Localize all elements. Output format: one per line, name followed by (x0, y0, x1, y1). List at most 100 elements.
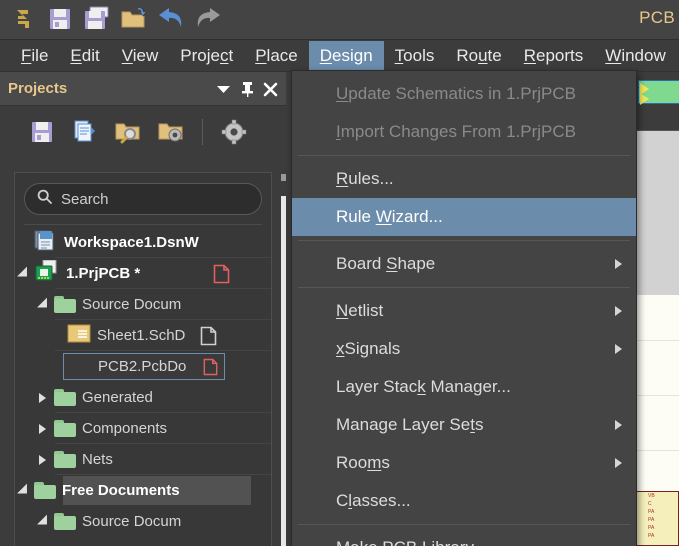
tree-item-label: 1.PrjPCB * (66, 265, 140, 282)
menu-item-update-schematics[interactable]: Update Schematics in 1.PrjPCB (292, 75, 636, 113)
main-toolbar (6, 2, 225, 36)
pcb-project-icon (34, 260, 60, 287)
title-bar: PCB (0, 0, 679, 40)
project-tree: Workspace1.DsnW 1.PrjPCB * (15, 225, 271, 537)
documents-icon[interactable] (69, 116, 101, 148)
collapse-twisty-icon[interactable] (37, 297, 52, 312)
search-input[interactable]: Search (24, 183, 262, 215)
menu-file[interactable]: File (10, 41, 59, 71)
panel-scrollbar[interactable] (280, 172, 287, 546)
tree-item-nets[interactable]: Nets (15, 444, 271, 475)
menu-view[interactable]: View (111, 41, 170, 71)
menu-item-label: Netlist (336, 301, 383, 321)
menu-item-classes[interactable]: Classes... (292, 482, 636, 520)
submenu-arrow-icon (615, 458, 622, 468)
menu-tools[interactable]: Tools (384, 41, 446, 71)
expand-twisty-icon[interactable] (39, 424, 46, 434)
menu-item-netlist[interactable]: Netlist (292, 292, 636, 330)
window-title: PCB (639, 8, 675, 28)
menu-place[interactable]: Place (244, 41, 309, 71)
menu-item-label: Import Changes From 1.PrjPCB (336, 122, 576, 142)
redo-icon[interactable] (191, 2, 225, 36)
save-all-icon[interactable] (80, 2, 114, 36)
gear-icon[interactable] (218, 116, 250, 148)
schematic-icon (67, 324, 91, 348)
toolbar-divider (202, 119, 203, 145)
modified-doc-icon (203, 358, 218, 381)
menu-item-manage-layer-sets[interactable]: Manage Layer Sets (292, 406, 636, 444)
expand-twisty-icon[interactable] (39, 455, 46, 465)
menu-item-rule-wizard[interactable]: Rule Wizard... (292, 198, 636, 236)
pin-name-label: PA (648, 533, 654, 539)
tree-item-project[interactable]: 1.PrjPCB * (15, 258, 271, 289)
pin-name-label: VB (648, 493, 655, 499)
menu-item-label: Board Shape (336, 254, 435, 274)
tree-item-pcb-doc[interactable]: PCB2.PcbDo (15, 351, 271, 382)
tree-item-source-documents[interactable]: Source Docum (15, 289, 271, 320)
menu-separator (298, 155, 630, 156)
menu-project[interactable]: Project (169, 41, 244, 71)
menu-item-rooms[interactable]: Rooms (292, 444, 636, 482)
altium-logo-icon[interactable] (6, 2, 40, 36)
tree-item-free-source-documents[interactable]: Source Docum (15, 506, 271, 537)
menu-item-layer-stack-manager[interactable]: Layer Stack Manager... (292, 368, 636, 406)
scrollbar-thumb[interactable] (281, 196, 286, 546)
menu-item-board-shape[interactable]: Board Shape (292, 245, 636, 283)
selection-highlight: PCB2.PcbDo (63, 353, 225, 380)
save-icon[interactable] (43, 2, 77, 36)
panel-toolbar (0, 106, 286, 158)
tree-item-components[interactable]: Components (15, 413, 271, 444)
menu-item-make-pcb-library[interactable]: Make PCB Library (292, 529, 636, 546)
tree-item-label: Workspace1.DsnW (64, 234, 199, 251)
save-icon[interactable] (26, 116, 58, 148)
menu-window[interactable]: Window (594, 41, 676, 71)
menu-reports[interactable]: Reports (513, 41, 595, 71)
menu-item-label: Layer Stack Manager... (336, 377, 511, 397)
panel-title: Projects (8, 80, 67, 97)
tree-item-label: Generated (82, 389, 153, 406)
menu-edit[interactable]: Edit (59, 41, 110, 71)
tree-item-label: Components (82, 420, 167, 437)
close-icon[interactable] (263, 82, 278, 97)
collapse-twisty-icon[interactable] (37, 514, 52, 529)
project-tree-container: Search Workspace1.DsnW (14, 172, 272, 546)
workspace-icon (34, 229, 58, 256)
collapse-twisty-icon[interactable] (17, 266, 32, 281)
folder-settings-icon[interactable] (155, 116, 187, 148)
menu-item-import-changes[interactable]: Import Changes From 1.PrjPCB (292, 113, 636, 151)
submenu-arrow-icon (615, 306, 622, 316)
tree-item-free-documents[interactable]: Free Documents (15, 475, 271, 506)
tree-item-label: Free Documents (62, 482, 180, 499)
menu-item-label: Make PCB Library (336, 538, 474, 546)
menu-route[interactable]: Route (445, 41, 512, 71)
pin-name-label: PA (648, 517, 654, 523)
tree-item-label: Sheet1.SchD (97, 327, 185, 344)
tree-item-label: Source Docum (82, 513, 181, 530)
pin-name-label: C (648, 501, 652, 507)
menu-item-label: Rules... (336, 169, 394, 189)
panel-header: Projects (0, 72, 286, 106)
pin-icon[interactable] (241, 81, 254, 97)
tree-item-generated[interactable]: Generated (15, 382, 271, 413)
open-folder-icon[interactable] (117, 2, 151, 36)
menu-item-label: Update Schematics in 1.PrjPCB (336, 84, 576, 104)
expand-twisty-icon[interactable] (39, 393, 46, 403)
folder-icon (54, 451, 76, 468)
projects-panel: Projects (0, 72, 286, 546)
folder-search-icon[interactable] (112, 116, 144, 148)
scrollbar-track-top[interactable] (281, 174, 286, 181)
tree-item-label: Nets (82, 451, 113, 468)
menu-item-xsignals[interactable]: xSignals (292, 330, 636, 368)
tree-item-workspace[interactable]: Workspace1.DsnW (15, 227, 271, 258)
tree-item-schematic-doc[interactable]: Sheet1.SchD (15, 320, 271, 351)
dropdown-arrow-icon[interactable] (215, 83, 232, 95)
modified-doc-icon (213, 264, 230, 289)
folder-icon (54, 513, 76, 530)
submenu-arrow-icon (615, 420, 622, 430)
menu-item-rules[interactable]: Rules... (292, 160, 636, 198)
collapse-twisty-icon[interactable] (17, 483, 32, 498)
undo-icon[interactable] (154, 2, 188, 36)
menu-item-label: Rule Wizard... (336, 207, 443, 227)
menu-item-label: xSignals (336, 339, 400, 359)
menu-design[interactable]: Design (309, 41, 384, 71)
